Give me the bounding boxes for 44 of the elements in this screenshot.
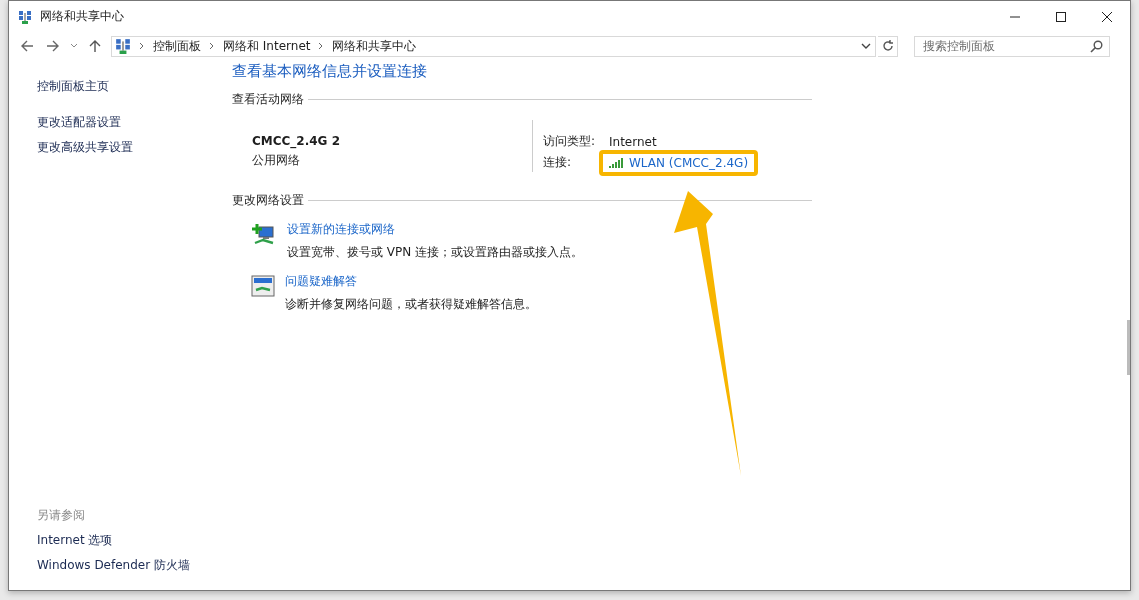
network-icon (18, 9, 32, 24)
task-description: 诊断并修复网络问题，或者获得疑难解答信息。 (285, 296, 537, 313)
chevron-icon (139, 42, 145, 50)
signal-icon (609, 157, 625, 168)
maximize-icon (1055, 10, 1067, 23)
address-bar[interactable]: 控制面板 网络和 Internet 网络和共享中心 (111, 35, 876, 57)
network-category: 公用网络 (252, 152, 301, 169)
page-heading: 查看基本网络信息并设置连接 (232, 62, 428, 81)
up-arrow-icon (88, 39, 102, 53)
breadcrumb-item[interactable]: 网络和共享中心 (332, 37, 417, 55)
back-arrow-icon (20, 39, 34, 53)
breadcrumb-item[interactable]: 网络和 Internet (223, 37, 311, 55)
access-type-label: 访问类型: (543, 133, 597, 150)
connection-link[interactable]: WLAN (CMCC_2.4G) (599, 149, 759, 176)
access-type-value: Internet (609, 134, 657, 149)
task-description: 设置宽带、拨号或 VPN 连接；或设置路由器或接入点。 (287, 244, 584, 261)
network-name: CMCC_2.4G 2 (252, 134, 341, 148)
search-field[interactable]: 搜索控制面板 (914, 35, 1110, 57)
task-link[interactable]: 设置新的连接或网络 (287, 221, 584, 238)
section-heading: 更改网络设置 (232, 192, 304, 209)
sidebar-link[interactable]: 更改高级共享设置 (37, 135, 216, 160)
search-icon (1090, 39, 1103, 53)
refresh-button[interactable] (878, 35, 898, 57)
network-icon (115, 38, 131, 54)
see-also-heading: 另请参阅 (37, 507, 86, 524)
dropdown-caret-icon (861, 42, 871, 50)
caret-icon (70, 43, 78, 49)
sidebar-link[interactable]: 控制面板主页 (37, 74, 216, 99)
see-also-link[interactable]: Internet 选项 (37, 528, 216, 553)
network-plus-icon (251, 223, 277, 247)
section-heading: 查看活动网络 (232, 91, 304, 108)
task-link[interactable]: 问题疑难解答 (285, 273, 537, 290)
refresh-icon (880, 39, 895, 53)
close-icon (1101, 10, 1113, 23)
chevron-icon (209, 42, 215, 50)
see-also-link[interactable]: Windows Defender 防火墙 (37, 553, 216, 578)
monitor-icon (251, 275, 275, 297)
breadcrumb-item[interactable]: 控制面板 (153, 37, 201, 55)
window-title: 网络和共享中心 (40, 8, 124, 25)
sidebar-link[interactable]: 更改适配器设置 (37, 110, 216, 135)
forward-arrow-icon (46, 39, 60, 53)
scrollbar-thumb[interactable] (1127, 320, 1130, 375)
chevron-icon (318, 42, 325, 50)
connection-label: 连接: (543, 154, 573, 171)
